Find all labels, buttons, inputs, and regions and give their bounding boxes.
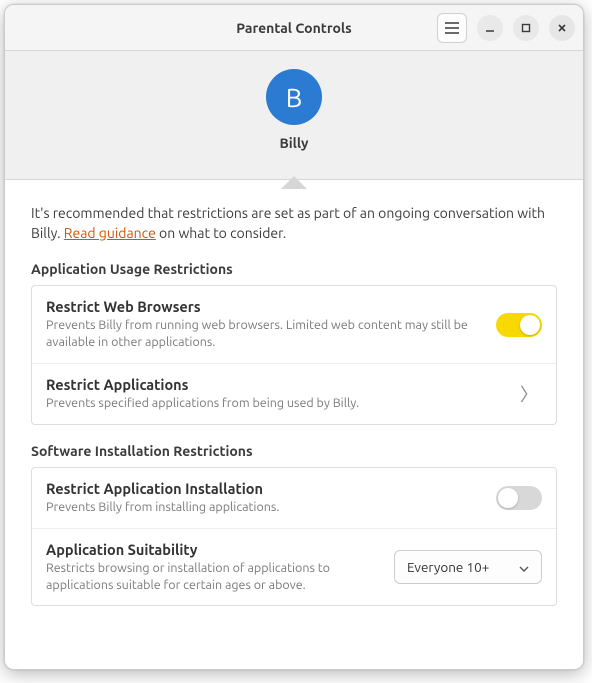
toggle-knob: [520, 315, 540, 335]
restrict-installation-toggle[interactable]: [496, 486, 542, 510]
minimize-icon: [485, 23, 495, 33]
panel-notch: [282, 177, 306, 189]
chevron-down-icon: [519, 559, 529, 575]
user-panel: B Billy: [5, 51, 583, 180]
headerbar: Parental Controls: [5, 5, 583, 51]
hamburger-icon: [445, 22, 459, 34]
row-text: Restrict Application Installation Preven…: [46, 480, 482, 516]
row-restrict-web-browsers: Restrict Web Browsers Prevents Billy fro…: [32, 286, 556, 364]
install-list: Restrict Application Installation Preven…: [31, 467, 557, 607]
row-title: Application Suitability: [46, 541, 380, 558]
chevron-right-icon: 〉: [516, 381, 542, 407]
row-subtitle: Prevents Billy from installing applicati…: [46, 499, 482, 516]
row-application-suitability: Application Suitability Restricts browsi…: [32, 529, 556, 606]
row-text: Restrict Web Browsers Prevents Billy fro…: [46, 298, 482, 351]
section-title-usage: Application Usage Restrictions: [31, 261, 557, 277]
window: Parental Controls B Billy It's recommend…: [4, 4, 584, 670]
row-title: Restrict Application Installation: [46, 480, 482, 497]
row-restrict-applications[interactable]: Restrict Applications Prevents specified…: [32, 364, 556, 424]
dropdown-value: Everyone 10+: [407, 559, 489, 575]
user-name: Billy: [280, 135, 309, 151]
avatar-initial: B: [286, 83, 303, 112]
row-text: Application Suitability Restricts browsi…: [46, 541, 380, 594]
row-subtitle: Prevents Billy from running web browsers…: [46, 317, 482, 351]
content-area: It's recommended that restrictions are s…: [5, 180, 583, 669]
usage-list: Restrict Web Browsers Prevents Billy fro…: [31, 285, 557, 425]
restrict-web-browsers-toggle[interactable]: [496, 313, 542, 337]
row-title: Restrict Applications: [46, 376, 502, 393]
avatar: B: [266, 69, 322, 125]
minimize-button[interactable]: [477, 15, 503, 41]
intro-text: It's recommended that restrictions are s…: [31, 204, 557, 243]
headerbar-controls: [437, 13, 575, 43]
close-button[interactable]: [549, 15, 575, 41]
maximize-button[interactable]: [513, 15, 539, 41]
intro-suffix: on what to consider.: [156, 225, 286, 241]
maximize-icon: [521, 23, 531, 33]
section-title-install: Software Installation Restrictions: [31, 443, 557, 459]
toggle-knob: [498, 488, 518, 508]
read-guidance-link[interactable]: Read guidance: [64, 225, 156, 241]
row-title: Restrict Web Browsers: [46, 298, 482, 315]
hamburger-menu-button[interactable]: [437, 13, 467, 43]
row-subtitle: Prevents specified applications from bei…: [46, 395, 502, 412]
row-subtitle: Restricts browsing or installation of ap…: [46, 560, 380, 594]
row-text: Restrict Applications Prevents specified…: [46, 376, 502, 412]
close-icon: [557, 23, 567, 33]
row-restrict-installation: Restrict Application Installation Preven…: [32, 468, 556, 529]
suitability-dropdown[interactable]: Everyone 10+: [394, 550, 542, 584]
